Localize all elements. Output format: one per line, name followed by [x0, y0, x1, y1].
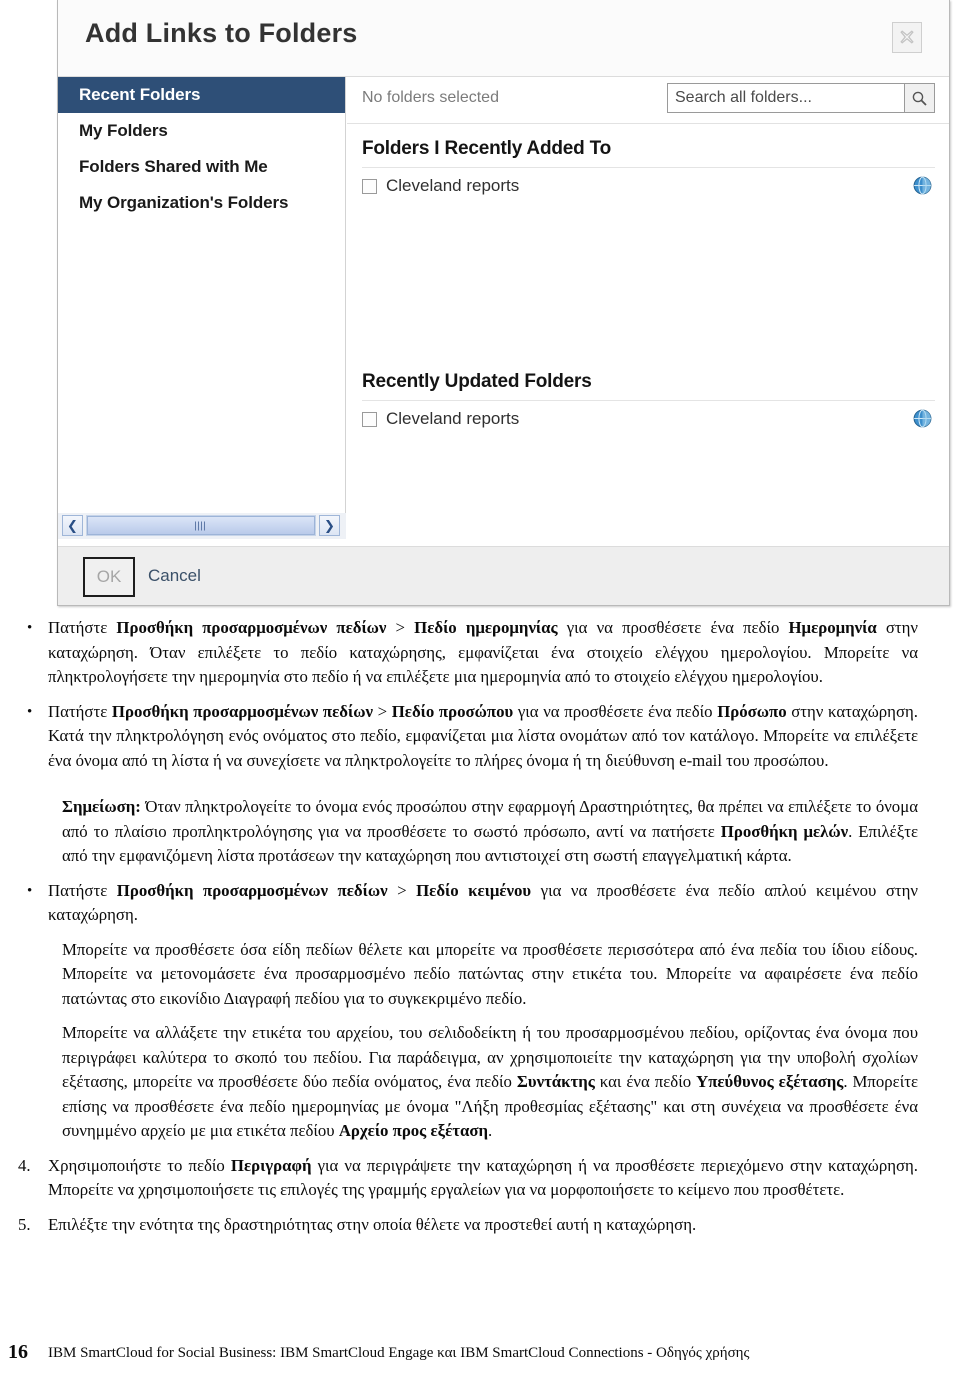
text-run: Πατήστε — [48, 880, 117, 900]
search-input[interactable] — [667, 83, 904, 113]
cancel-button[interactable]: Cancel — [148, 566, 201, 586]
pane-toolbar: No folders selected — [347, 77, 949, 124]
section-folders-recently-added-to: Folders I Recently Added To Cleveland re… — [347, 124, 949, 204]
scroll-left-arrow-icon[interactable]: ❮ — [62, 515, 83, 536]
text-run-bold: Υπεύθυνος εξέτασης — [696, 1072, 844, 1091]
nav-horizontal-scrollbar[interactable]: ❮ ❯ — [58, 513, 346, 539]
text-run: > — [386, 618, 415, 637]
text-run: > — [387, 880, 417, 900]
search-icon[interactable] — [904, 83, 935, 113]
section-recently-updated-folders: Recently Updated Folders Cleveland repor… — [347, 357, 949, 437]
sidebar-item-label: My Organization's Folders — [79, 193, 289, 212]
text-run-bold: Συντάκτης — [516, 1072, 595, 1091]
globe-icon — [913, 409, 932, 428]
footer-text: IBM SmartCloud for Social Business: IBM … — [48, 1345, 750, 1361]
selection-status: No folders selected — [362, 89, 499, 106]
step-number: 4. — [18, 1155, 31, 1175]
text-run: για να προσθέσετε ένα πεδίο — [513, 701, 718, 721]
document-body: Πατήστε Προσθήκη προσαρμοσμένων πεδίων >… — [0, 606, 960, 1237]
folder-name: Cleveland reports — [386, 176, 520, 195]
scroll-right-arrow-icon[interactable]: ❯ — [319, 515, 340, 536]
numbered-step-5: 5. Επιλέξτε την ενότητα της δραστηριότητα… — [0, 1213, 960, 1238]
scrollbar-track[interactable] — [86, 515, 316, 536]
list-item[interactable]: Cleveland reports — [347, 168, 949, 204]
text-run: Χρησιμοποιήστε το πεδίο — [48, 1155, 231, 1175]
section-title: Folders I Recently Added To — [362, 138, 612, 159]
text-run: για να προσθέσετε ένα πεδίο — [557, 618, 789, 637]
numbered-step-4: 4. Χρησιμοποιήστε το πεδίο Περιγραφή για … — [0, 1154, 960, 1203]
sidebar-item-label: Folders Shared with Me — [79, 157, 268, 176]
scrollbar-thumb[interactable] — [87, 516, 315, 535]
sidebar-item-my-organizations-folders[interactable]: My Organization's Folders — [58, 185, 345, 221]
sidebar-item-folders-shared-with-me[interactable]: Folders Shared with Me — [58, 149, 345, 185]
scrollbar-grip-icon — [195, 521, 207, 530]
text-run-bold: Αρχείο προς εξέταση — [338, 1121, 489, 1140]
ok-button[interactable]: OK — [83, 557, 135, 597]
text-run: . — [488, 1121, 493, 1140]
paragraph-rename-label: Μπορείτε να αλλάξετε την ετικέτα του αρχ… — [0, 1021, 960, 1144]
sidebar-item-my-folders[interactable]: My Folders — [58, 113, 345, 149]
text-run: Πατήστε — [48, 701, 112, 721]
text-run-bold: Πεδίο ημερομηνίας — [414, 618, 558, 637]
folder-scope-nav: Recent Folders My Folders Folders Shared… — [58, 77, 346, 513]
text-run-bold: Πεδίο προσώπου — [391, 701, 514, 721]
dialog-footer: OK Cancel — [58, 546, 949, 605]
page-footer: 16 IBM SmartCloud for Social Business: I… — [0, 1341, 960, 1375]
add-links-to-folders-dialog: Add Links to Folders Recent Folders My F… — [57, 0, 950, 606]
sidebar-item-label: Recent Folders — [79, 85, 201, 104]
folders-pane: No folders selected Folders I Recently A… — [347, 77, 949, 547]
text-run-bold: Προσθήκη προσαρμοσμένων πεδίων — [116, 880, 388, 900]
dialog-body: Recent Folders My Folders Folders Shared… — [58, 77, 949, 547]
folder-checkbox[interactable] — [362, 411, 377, 427]
text-run-bold: Πεδίο κειμένου — [416, 880, 532, 900]
list-item: Πατήστε Προσθήκη προσαρμοσμένων πεδίων >… — [0, 879, 960, 928]
note-paragraph: Σημείωση: Όταν πληκτρολογείτε το όνομα ε… — [0, 795, 960, 869]
step-number: 5. — [18, 1214, 31, 1234]
close-icon[interactable] — [892, 22, 922, 53]
page-number: 16 — [8, 1341, 28, 1363]
text-run: Επιλέξτε την ενότητα της δραστηριότητας … — [48, 1214, 697, 1234]
text-run-bold: Περιγραφή — [230, 1155, 312, 1175]
text-run-bold: Προσθήκη προσαρμοσμένων πεδίων — [111, 701, 373, 721]
list-item: Πατήστε Προσθήκη προσαρμοσμένων πεδίων >… — [0, 616, 960, 690]
note-label: Σημείωση: — [62, 797, 141, 816]
text-run: Πατήστε — [48, 618, 117, 637]
list-item: Πατήστε Προσθήκη προσαρμοσμένων πεδίων >… — [0, 700, 960, 774]
text-run: και ένα πεδίο — [594, 1072, 697, 1091]
search-box — [667, 83, 935, 113]
dialog-title: Add Links to Folders — [85, 18, 358, 48]
globe-icon — [913, 176, 932, 195]
dialog-header: Add Links to Folders — [58, 0, 949, 77]
folder-checkbox[interactable] — [362, 178, 377, 194]
folder-name: Cleveland reports — [386, 409, 520, 428]
text-run-bold: Πρόσωπο — [717, 701, 787, 721]
sidebar-item-recent-folders[interactable]: Recent Folders — [58, 77, 345, 113]
section-title: Recently Updated Folders — [362, 371, 592, 392]
text-run-bold: Προσθήκη μελών — [720, 821, 849, 841]
list-item[interactable]: Cleveland reports — [347, 401, 949, 437]
paragraph-field-types: Μπορείτε να προσθέσετε όσα είδη πεδίων θ… — [62, 939, 918, 1008]
text-run-bold: Προσθήκη προσαρμοσμένων πεδίων — [116, 618, 387, 637]
text-run: > — [372, 701, 392, 721]
sidebar-item-label: My Folders — [79, 121, 168, 140]
text-run-bold: Ημερομηνία — [788, 618, 877, 637]
